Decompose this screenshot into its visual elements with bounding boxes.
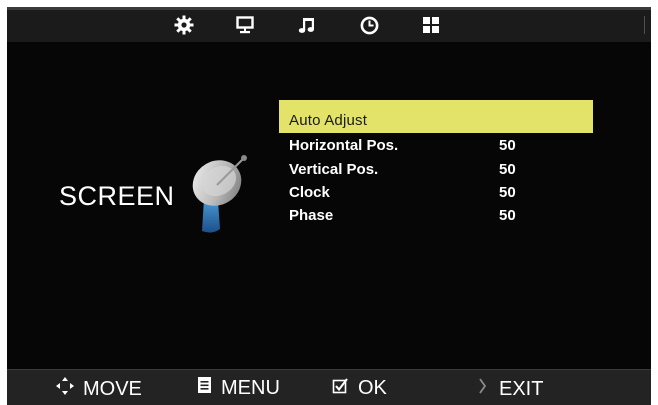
music-note-icon xyxy=(298,16,316,34)
exit-arrow-icon xyxy=(477,376,491,402)
grid-icon xyxy=(422,16,440,34)
menu-item-label: Vertical Pos. xyxy=(289,161,379,178)
menu-item-value: 50 xyxy=(499,184,516,201)
footer-hint-bar: MOVE MENU OK EXIT xyxy=(7,369,651,405)
menu-item-value: 50 xyxy=(499,207,516,224)
screen-menu: Auto Adjust Horizontal Pos. 50 Vertical … xyxy=(279,100,593,227)
page-title: SCREEN xyxy=(59,181,175,211)
clock-icon xyxy=(360,16,379,35)
checkbox-icon xyxy=(332,376,350,400)
picture-tab[interactable] xyxy=(173,14,195,36)
ok-hint: OK xyxy=(332,376,387,400)
ok-label: OK xyxy=(358,376,387,399)
menu-icon xyxy=(197,376,213,400)
setup-tab[interactable] xyxy=(420,14,442,36)
menu-item-label: Auto Adjust xyxy=(289,112,368,129)
top-bar-edge xyxy=(644,16,645,34)
screen-tab[interactable] xyxy=(234,14,256,36)
time-tab[interactable] xyxy=(358,14,380,36)
menu-item-horizontal-pos[interactable]: Horizontal Pos. 50 xyxy=(279,134,593,158)
menu-item-value: 50 xyxy=(499,137,516,154)
exit-hint: EXIT xyxy=(477,376,543,402)
menu-label: MENU xyxy=(221,376,280,399)
gear-icon xyxy=(174,15,194,35)
move-label: MOVE xyxy=(83,377,142,400)
menu-item-vertical-pos[interactable]: Vertical Pos. 50 xyxy=(279,158,593,181)
menu-item-value: 50 xyxy=(499,161,516,178)
sound-tab[interactable] xyxy=(296,14,318,36)
move-hint: MOVE xyxy=(55,376,142,402)
menu-item-label: Phase xyxy=(289,207,334,224)
menu-item-auto-adjust[interactable]: Auto Adjust xyxy=(279,100,593,133)
menu-hint: MENU xyxy=(197,376,280,400)
menu-item-label: Horizontal Pos. xyxy=(289,137,399,154)
menu-item-clock[interactable]: Clock 50 xyxy=(279,181,593,204)
satellite-dish-icon xyxy=(190,147,252,244)
menu-item-label: Clock xyxy=(289,184,330,201)
monitor-icon xyxy=(236,16,254,34)
top-bar-highlight xyxy=(7,7,651,10)
four-way-arrow-icon xyxy=(55,376,75,402)
menu-item-phase[interactable]: Phase 50 xyxy=(279,204,593,227)
top-tab-bar xyxy=(7,7,651,42)
osd-screen: SCREEN Auto Adjust Horizontal Pos. 50 Ve… xyxy=(7,7,651,405)
exit-label: EXIT xyxy=(499,377,544,400)
